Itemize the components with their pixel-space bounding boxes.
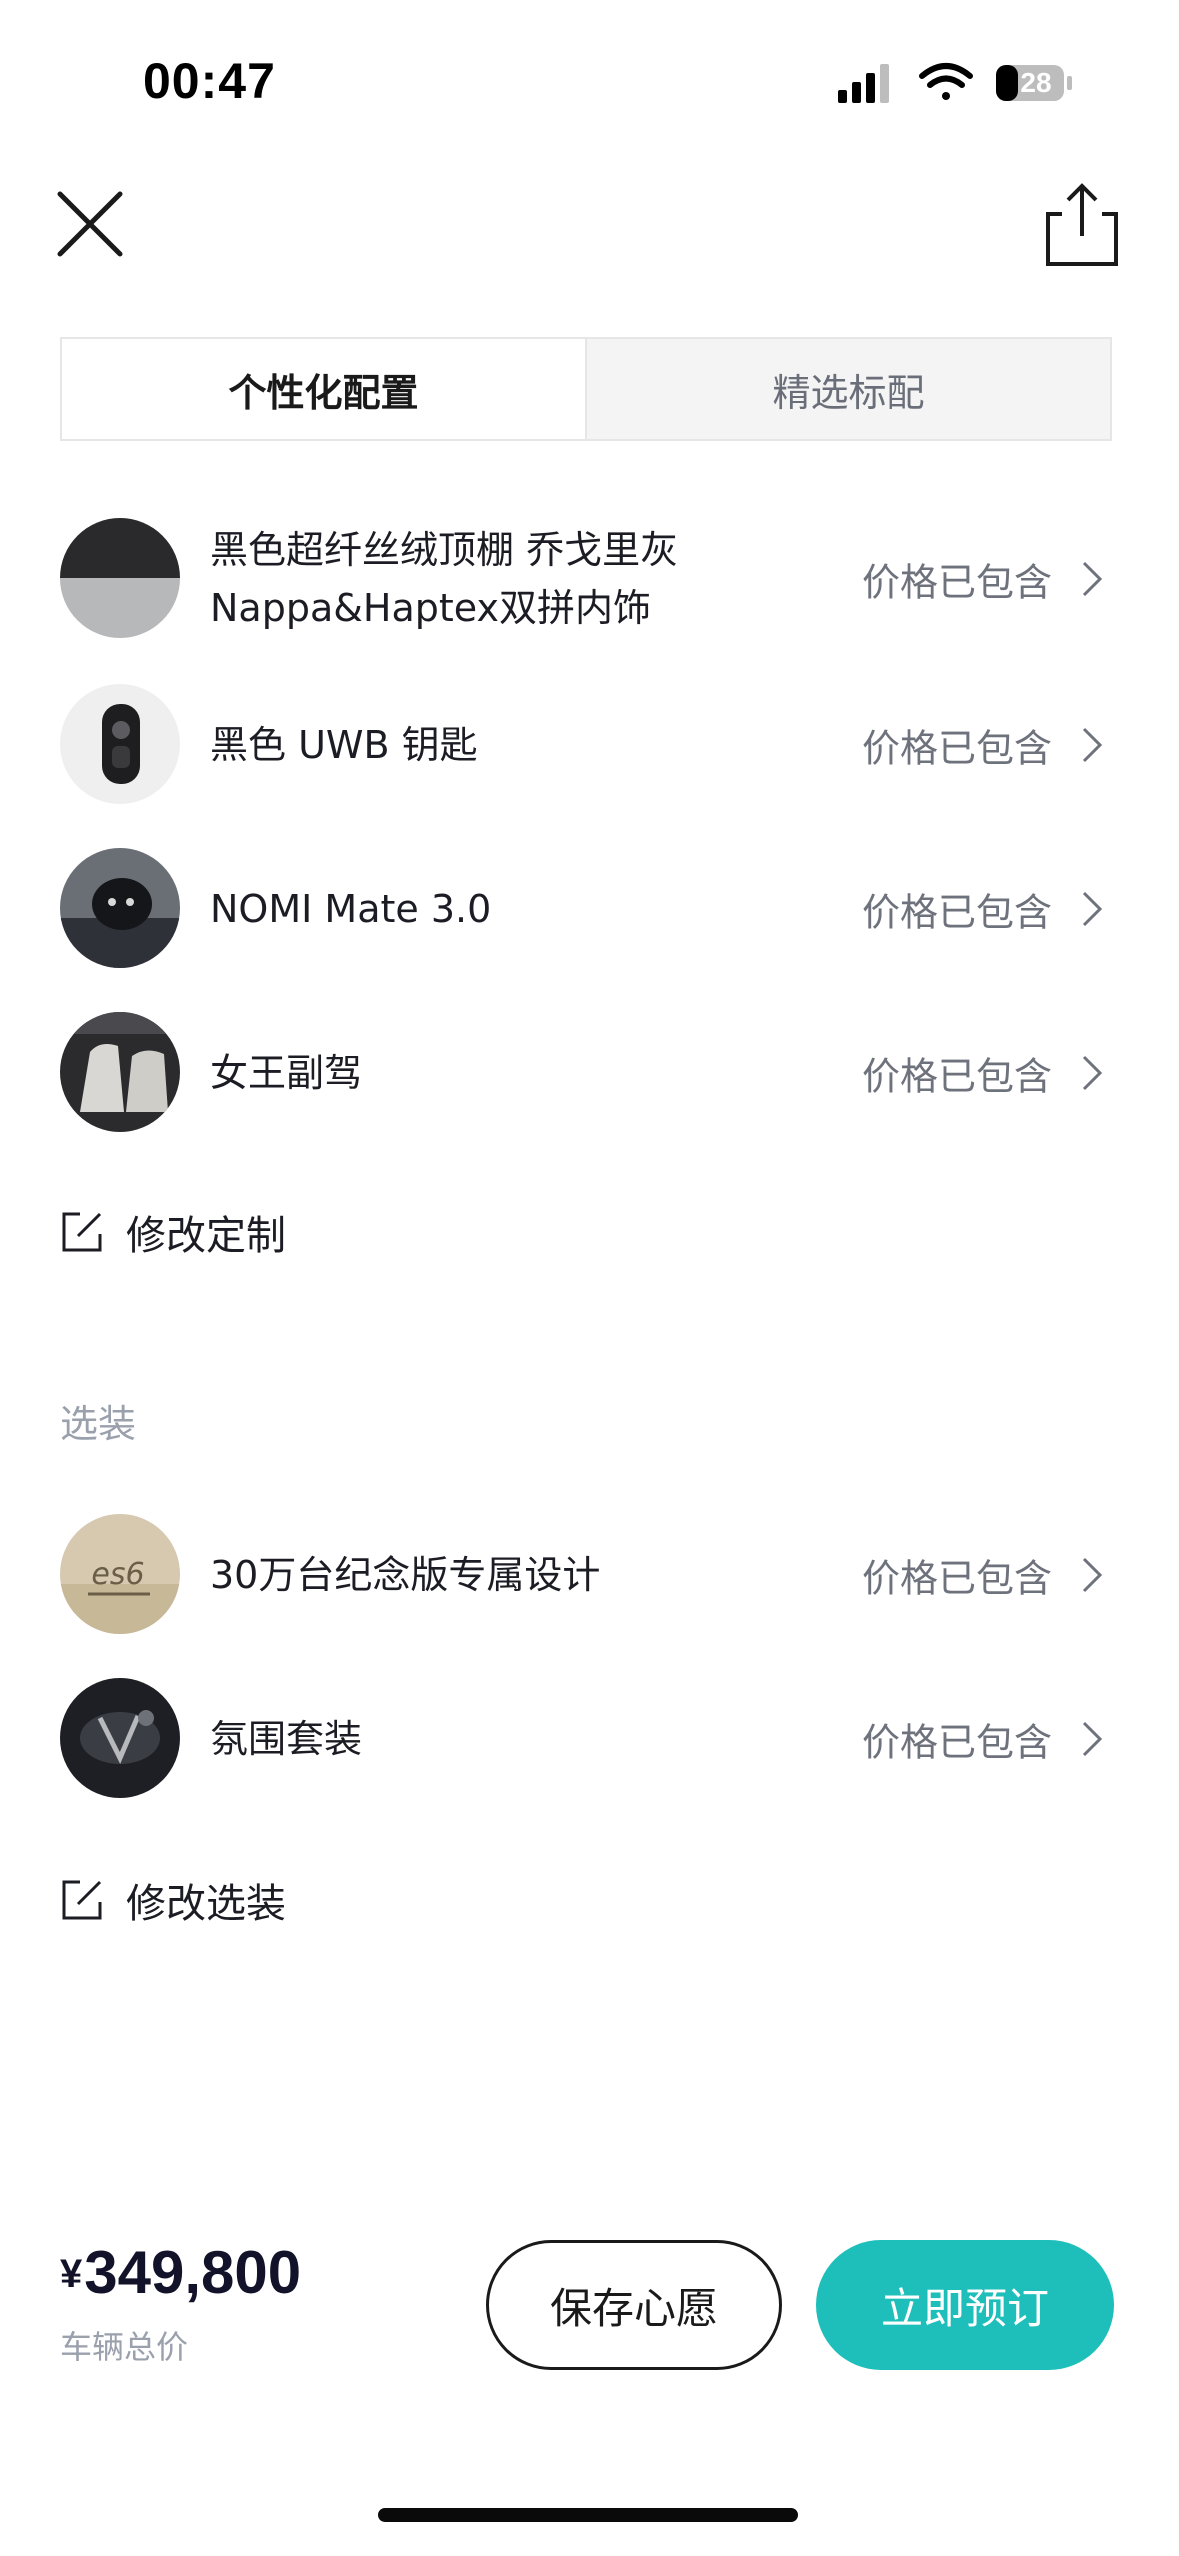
anniversary-badge-text: es6 — [91, 1557, 144, 1592]
status-icons: 28 — [838, 60, 1078, 110]
config-item-nomi[interactable]: NOMI Mate 3.0 价格已包含 — [60, 848, 1120, 970]
wifi-icon — [919, 63, 973, 100]
share-button[interactable] — [1040, 180, 1124, 270]
status-time: 00:47 — [143, 53, 276, 109]
config-item-price: 价格已包含 — [861, 890, 1052, 935]
home-indicator — [378, 2508, 798, 2522]
option-item-label: 30万台纪念版专属设计 — [210, 1553, 601, 1597]
config-item-label: 女王副驾 — [210, 1051, 363, 1095]
config-item-label: 黑色 UWB 钥匙 — [210, 723, 478, 767]
chevron-right-icon — [1082, 891, 1103, 927]
cellular-signal-icon — [838, 64, 889, 103]
config-item-label: 黑色超纤丝绒顶棚 乔戈里灰 Nappa&Haptex双拼内饰 — [210, 528, 679, 630]
uwb-key-thumbnail — [60, 684, 180, 804]
chevron-right-icon — [1082, 561, 1103, 597]
edit-icon — [62, 1880, 102, 1920]
save-wish-button[interactable]: 保存心愿 — [486, 2240, 782, 2370]
config-item-seat[interactable]: 女王副驾 价格已包含 — [60, 1012, 1120, 1134]
share-icon — [1046, 183, 1118, 266]
config-item-price: 价格已包含 — [861, 726, 1052, 771]
total-price-value: 349,800 — [84, 2239, 302, 2306]
edit-customization-label: 修改定制 — [126, 1213, 286, 1259]
option-item-anniversary[interactable]: es6 30万台纪念版专属设计 价格已包含 — [60, 1514, 1120, 1636]
option-item-price: 价格已包含 — [861, 1556, 1052, 1601]
interior-swatch-thumbnail — [60, 518, 180, 638]
total-price-label: 车辆总价 — [60, 2328, 189, 2366]
nomi-mate-thumbnail — [60, 848, 180, 968]
config-tabs: 个性化配置 精选标配 — [60, 337, 1112, 441]
ambience-kit-thumbnail — [60, 1678, 180, 1798]
option-item-label: 氛围套装 — [210, 1717, 363, 1761]
chevron-right-icon — [1082, 1055, 1103, 1091]
options-section-title: 选装 — [60, 1402, 137, 1446]
config-item-interior[interactable]: 黑色超纤丝绒顶棚 乔戈里灰 Nappa&Haptex双拼内饰 价格已包含 — [60, 518, 1120, 640]
close-button[interactable] — [52, 186, 128, 262]
option-item-price: 价格已包含 — [861, 1720, 1052, 1765]
anniversary-badge-thumbnail: es6 — [60, 1514, 180, 1634]
config-item-label: NOMI Mate 3.0 — [210, 887, 492, 931]
tab-personalized-config[interactable]: 个性化配置 — [62, 339, 587, 439]
chevron-right-icon — [1082, 1721, 1103, 1757]
currency-symbol: ¥ — [60, 2252, 83, 2296]
battery-level: 28 — [1020, 67, 1052, 98]
edit-icon — [62, 1212, 102, 1252]
order-now-button[interactable]: 立即预订 — [816, 2240, 1114, 2370]
chevron-right-icon — [1082, 727, 1103, 763]
edit-options-label: 修改选装 — [126, 1881, 286, 1927]
edit-options-link[interactable]: 修改选装 — [60, 1870, 286, 1930]
config-item-key[interactable]: 黑色 UWB 钥匙 价格已包含 — [60, 684, 1120, 806]
chevron-right-icon — [1082, 1557, 1103, 1593]
config-item-price: 价格已包含 — [861, 560, 1052, 605]
close-icon — [57, 191, 123, 257]
queen-seat-thumbnail — [60, 1012, 180, 1132]
total-price: ¥349,800 — [60, 2238, 301, 2307]
edit-customization-link[interactable]: 修改定制 — [60, 1202, 286, 1262]
option-item-ambience[interactable]: 氛围套装 价格已包含 — [60, 1678, 1120, 1800]
tab-standard-config[interactable]: 精选标配 — [587, 339, 1110, 439]
config-item-price: 价格已包含 — [861, 1054, 1052, 1099]
